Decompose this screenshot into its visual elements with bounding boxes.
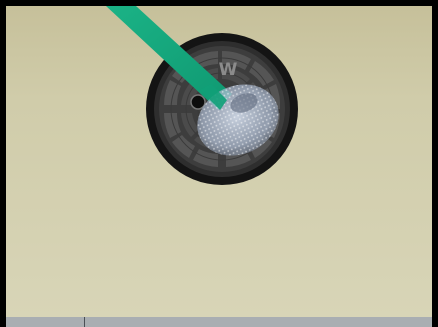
game-viewport[interactable]: W (6, 6, 432, 317)
status-bar (6, 317, 432, 327)
cover-letter: W (219, 60, 238, 80)
scene-canvas[interactable]: W (6, 6, 432, 317)
status-bar-divider (84, 317, 85, 327)
cover-keyhole[interactable] (190, 94, 206, 110)
